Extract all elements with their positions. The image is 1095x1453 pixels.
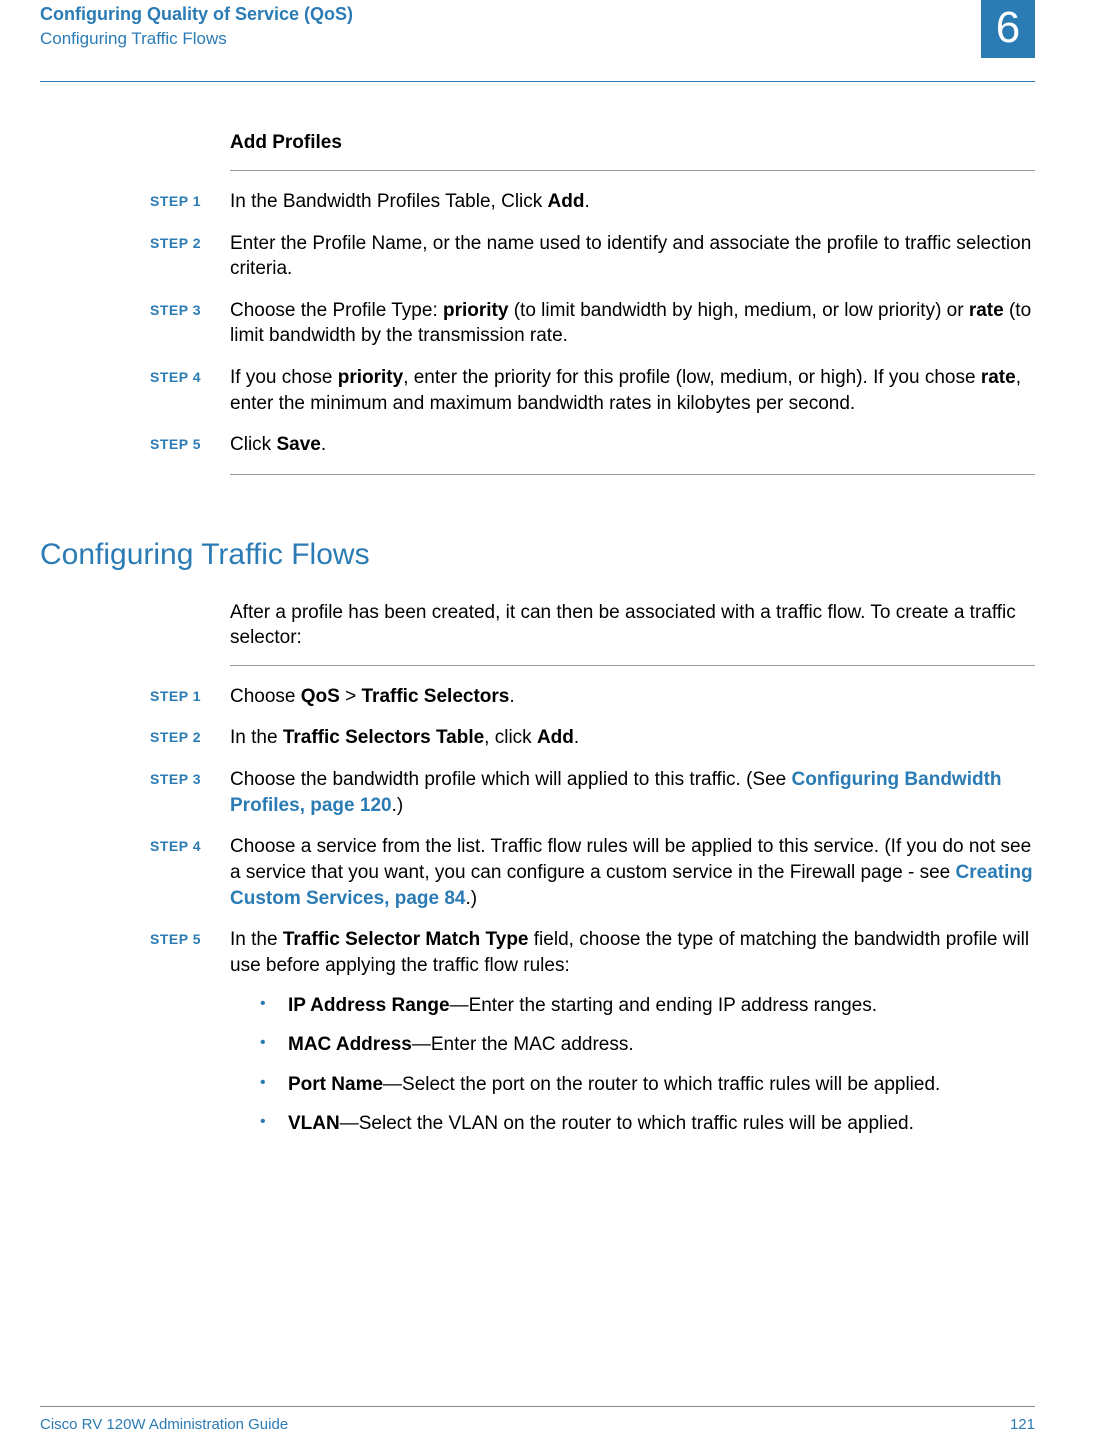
step-5: STEP 5 In the Traffic Selector Match Typ… xyxy=(230,927,1035,1151)
chapter-title: Configuring Quality of Service (QoS) xyxy=(40,2,353,26)
step-label: STEP 2 xyxy=(150,725,230,747)
section-add-profiles: Add Profiles STEP 1 In the Bandwidth Pro… xyxy=(40,130,1035,475)
bold: rate xyxy=(969,300,1004,321)
step-1: STEP 1 Choose QoS > Traffic Selectors. xyxy=(230,684,1035,710)
text: . xyxy=(574,727,579,748)
divider xyxy=(230,474,1035,475)
match-type-list: IP Address Range—Enter the starting and … xyxy=(260,993,1035,1138)
step-label: STEP 2 xyxy=(150,231,230,253)
step-label: STEP 5 xyxy=(150,927,230,949)
step-body: Choose the Profile Type: priority (to li… xyxy=(230,298,1035,349)
bold: priority xyxy=(338,367,403,388)
divider xyxy=(230,170,1035,171)
text: Choose xyxy=(230,686,301,707)
step-body: In the Traffic Selector Match Type field… xyxy=(230,927,1035,1151)
step-body: Enter the Profile Name, or the name used… xyxy=(230,231,1035,282)
text: . xyxy=(584,191,589,212)
step-label: STEP 4 xyxy=(150,834,230,856)
page: Configuring Quality of Service (QoS) Con… xyxy=(0,0,1095,1453)
list-item: MAC Address—Enter the MAC address. xyxy=(260,1032,1035,1058)
text: .) xyxy=(392,795,404,816)
divider xyxy=(230,665,1035,666)
heading-add-profiles: Add Profiles xyxy=(230,130,1035,156)
list-item: VLAN—Select the VLAN on the router to wh… xyxy=(260,1111,1035,1137)
text: Choose a service from the list. Traffic … xyxy=(230,836,1031,883)
step-1: STEP 1 In the Bandwidth Profiles Table, … xyxy=(230,189,1035,215)
text: Enter the Profile Name, or the name used… xyxy=(230,233,1031,280)
step-3: STEP 3 Choose the bandwidth profile whic… xyxy=(230,767,1035,818)
step-4: STEP 4 If you chose priority, enter the … xyxy=(230,365,1035,416)
step-label: STEP 3 xyxy=(150,767,230,789)
bold: Traffic Selectors Table xyxy=(283,727,484,748)
step-4: STEP 4 Choose a service from the list. T… xyxy=(230,834,1035,911)
step-label: STEP 1 xyxy=(150,684,230,706)
text: Choose the bandwidth profile which will … xyxy=(230,769,792,790)
bold: VLAN xyxy=(288,1113,340,1134)
text: If you chose xyxy=(230,367,338,388)
bold: QoS xyxy=(301,686,340,707)
text: In the xyxy=(230,929,283,950)
bold: MAC Address xyxy=(288,1034,412,1055)
text: .) xyxy=(466,888,478,909)
step-2: STEP 2 In the Traffic Selectors Table, c… xyxy=(230,725,1035,751)
bold: Traffic Selectors xyxy=(362,686,510,707)
list-item: IP Address Range—Enter the starting and … xyxy=(260,993,1035,1019)
step-body: Choose the bandwidth profile which will … xyxy=(230,767,1035,818)
heading-configuring-traffic-flows: Configuring Traffic Flows xyxy=(40,535,1035,576)
bold: priority xyxy=(443,300,508,321)
bold: Save xyxy=(276,434,320,455)
step-body: Choose QoS > Traffic Selectors. xyxy=(230,684,1035,710)
text: In the Bandwidth Profiles Table, Click xyxy=(230,191,548,212)
chapter-number-badge: 6 xyxy=(981,0,1035,58)
text: , enter the priority for this profile (l… xyxy=(403,367,981,388)
text: —Select the VLAN on the router to which … xyxy=(340,1113,914,1134)
step-body: If you chose priority, enter the priorit… xyxy=(230,365,1035,416)
text: —Enter the MAC address. xyxy=(412,1034,634,1055)
step-label: STEP 4 xyxy=(150,365,230,387)
step-body: Choose a service from the list. Traffic … xyxy=(230,834,1035,911)
text: . xyxy=(321,434,326,455)
page-header: Configuring Quality of Service (QoS) Con… xyxy=(40,0,1035,51)
text: . xyxy=(509,686,514,707)
step-body: Click Save. xyxy=(230,432,1035,458)
step-label: STEP 3 xyxy=(150,298,230,320)
text: —Select the port on the router to which … xyxy=(383,1074,940,1095)
bold: Traffic Selector Match Type xyxy=(283,929,529,950)
footer-page-number: 121 xyxy=(1010,1415,1035,1435)
bold: Port Name xyxy=(288,1074,383,1095)
page-footer: Cisco RV 120W Administration Guide 121 xyxy=(40,1406,1035,1435)
bold: Add xyxy=(537,727,574,748)
text: , click xyxy=(484,727,537,748)
intro-paragraph: After a profile has been created, it can… xyxy=(230,600,1035,651)
step-2: STEP 2 Enter the Profile Name, or the na… xyxy=(230,231,1035,282)
text: > xyxy=(340,686,362,707)
step-label: STEP 5 xyxy=(150,432,230,454)
text: (to limit bandwidth by high, medium, or … xyxy=(508,300,968,321)
step-5: STEP 5 Click Save. xyxy=(230,432,1035,458)
section-subtitle: Configuring Traffic Flows xyxy=(40,28,353,51)
text: Click xyxy=(230,434,276,455)
step-3: STEP 3 Choose the Profile Type: priority… xyxy=(230,298,1035,349)
text: —Enter the starting and ending IP addres… xyxy=(450,995,877,1016)
text: Choose the Profile Type: xyxy=(230,300,443,321)
footer-left: Cisco RV 120W Administration Guide xyxy=(40,1415,288,1435)
text: In the xyxy=(230,727,283,748)
header-rule xyxy=(40,81,1035,82)
step-label: STEP 1 xyxy=(150,189,230,211)
bold: IP Address Range xyxy=(288,995,450,1016)
bold: rate xyxy=(981,367,1016,388)
step-body: In the Bandwidth Profiles Table, Click A… xyxy=(230,189,1035,215)
section-configuring-traffic-flows: After a profile has been created, it can… xyxy=(40,600,1035,1152)
list-item: Port Name—Select the port on the router … xyxy=(260,1072,1035,1098)
header-left: Configuring Quality of Service (QoS) Con… xyxy=(40,2,353,51)
bold: Add xyxy=(548,191,585,212)
step-body: In the Traffic Selectors Table, click Ad… xyxy=(230,725,1035,751)
